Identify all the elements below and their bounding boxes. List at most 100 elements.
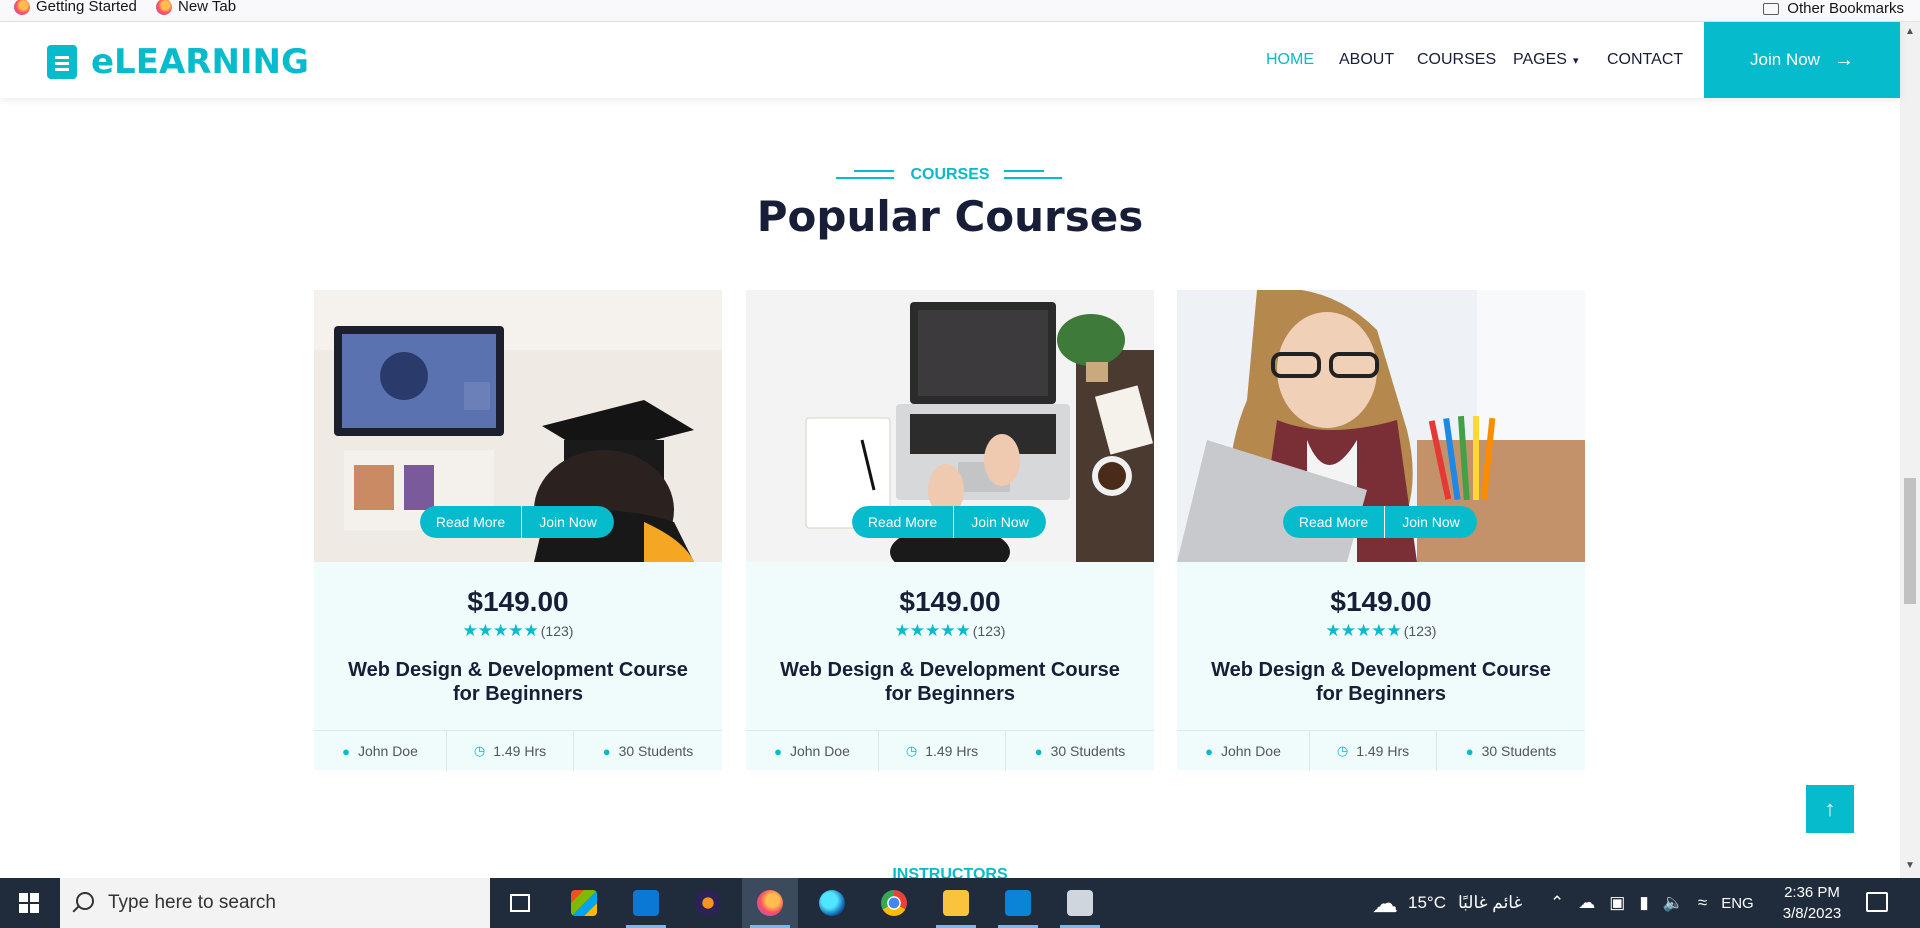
course-image-laptop: Read More Join Now (746, 290, 1154, 562)
other-bookmarks-label: Other Bookmarks (1787, 0, 1904, 17)
taskbar-eclipse[interactable] (680, 878, 736, 928)
course-image-graduate: Read More Join Now (314, 290, 722, 562)
taskbar-chrome[interactable] (866, 878, 922, 928)
scroll-thumb[interactable] (1904, 478, 1916, 604)
taskbar-store[interactable] (556, 878, 612, 928)
card-actions: Read More Join Now (852, 506, 1046, 538)
read-more-button[interactable]: Read More (420, 506, 522, 538)
site-navbar: eLEARNING HOME ABOUT COURSES PAGES ▾ CONT… (0, 22, 1900, 98)
taskbar-firefox[interactable] (742, 878, 798, 928)
join-now-label: Join Now (1750, 50, 1820, 69)
user-icon: ● (774, 743, 782, 759)
language-indicator[interactable]: ENG (1721, 895, 1754, 912)
instructor-name: John Doe (1220, 743, 1281, 759)
taskbar-clock[interactable]: 2:36 PM 3/8/2023 (1770, 882, 1854, 924)
join-now-button[interactable]: Join Now → (1704, 22, 1900, 98)
edge-icon (819, 890, 845, 916)
chevron-up-icon[interactable]: ⌃ (1550, 893, 1564, 913)
other-bookmarks[interactable]: Other Bookmarks (1763, 0, 1904, 17)
user-icon: ● (1205, 743, 1213, 759)
brand-name: eLEARNING (91, 42, 309, 82)
duration-value: 1.49 Hrs (925, 743, 979, 759)
volume-icon[interactable]: 🔈 (1663, 893, 1684, 913)
course-title[interactable]: Web Design & Development Course for Begi… (776, 658, 1124, 706)
scroll-down-icon[interactable]: ▼ (1904, 860, 1916, 871)
folder-icon (943, 890, 969, 916)
students-count: 30 Students (1050, 743, 1126, 759)
weather-description: غائم غالبًا (1457, 893, 1523, 912)
wifi-icon[interactable]: ≈ (1698, 893, 1707, 913)
eclipse-icon (695, 890, 721, 916)
meta-duration: ◷ 1.49 Hrs (879, 731, 1006, 771)
instructor-name: John Doe (357, 743, 418, 759)
taskbar-app[interactable] (1052, 878, 1108, 928)
taskbar-mail[interactable] (618, 878, 674, 928)
nav-about[interactable]: ABOUT (1339, 51, 1394, 69)
course-title[interactable]: Web Design & Development Course for Begi… (1207, 658, 1555, 706)
course-title[interactable]: Web Design & Development Course for Begi… (344, 658, 692, 706)
weather-widget[interactable]: ☁ 15°C غائم غالبًا (1372, 878, 1522, 928)
windows-taskbar: Type here to search ☁ 15°C غائم غالبًا ⌃… (0, 878, 1920, 928)
meta-duration: ◷ 1.49 Hrs (1310, 731, 1437, 771)
chrome-icon (881, 890, 907, 916)
network-icon[interactable]: ☁ (1578, 893, 1595, 913)
nav-pages-label: PAGES (1513, 51, 1567, 68)
task-view-button[interactable] (492, 878, 548, 928)
user-icon: ● (342, 743, 350, 759)
taskbar-search[interactable]: Type here to search (60, 878, 490, 928)
course-card: Read More Join Now $149.00 ★★★★★ (123) W… (314, 290, 722, 771)
bookmark-label: Getting Started (36, 0, 137, 15)
temperature: 15°C (1408, 893, 1446, 912)
bookmark-label: New Tab (178, 0, 237, 15)
windows-icon (19, 893, 39, 913)
start-button[interactable] (0, 878, 58, 928)
clock-icon: ◷ (905, 743, 918, 758)
students-count: 30 Students (618, 743, 694, 759)
camera-icon[interactable]: ▣ (1609, 893, 1625, 913)
nav-contact[interactable]: CONTACT (1607, 51, 1683, 69)
folder-icon (1763, 2, 1780, 15)
clock-icon: ◷ (1336, 743, 1349, 758)
user-icon: ● (1465, 743, 1474, 759)
battery-icon[interactable]: ▮ (1639, 893, 1648, 913)
card-join-now-button[interactable]: Join Now (522, 506, 614, 538)
window-app-icon (1067, 890, 1093, 916)
scroll-up-icon[interactable]: ▲ (1904, 26, 1916, 37)
course-meta: ● John Doe ◷ 1.49 Hrs ● 30 Students (314, 730, 722, 771)
card-join-now-button[interactable]: Join Now (954, 506, 1046, 538)
chevron-down-icon: ▾ (1572, 55, 1579, 67)
firefox-icon (14, 0, 30, 15)
course-price: $149.00 (899, 586, 1001, 617)
brand-logo[interactable]: eLEARNING (47, 42, 309, 82)
user-icon: ● (602, 743, 611, 759)
vscode-icon (1005, 890, 1031, 916)
course-price: $149.00 (467, 586, 569, 617)
nav-home[interactable]: HOME (1266, 51, 1314, 69)
back-to-top-button[interactable]: ↑ (1806, 785, 1854, 833)
store-icon (571, 890, 597, 916)
read-more-button[interactable]: Read More (1283, 506, 1385, 538)
nav-pages[interactable]: PAGES ▾ (1513, 51, 1578, 69)
system-tray: ⌃ ☁ ▣ ▮ 🔈 ≈ ENG (1550, 878, 1754, 928)
meta-students: ● 30 Students (1437, 731, 1585, 771)
bookmark-getting-started[interactable]: Getting Started (14, 0, 137, 15)
nav-courses[interactable]: COURSES (1417, 51, 1496, 69)
card-join-now-button[interactable]: Join Now (1385, 506, 1477, 538)
course-card: Read More Join Now $149.00 ★★★★★ (123) W… (1177, 290, 1585, 771)
meta-students: ● 30 Students (1006, 731, 1154, 771)
taskbar-vscode[interactable] (990, 878, 1046, 928)
section-title: Popular Courses (756, 192, 1144, 241)
clock-date: 3/8/2023 (1782, 905, 1842, 922)
taskbar-edge[interactable] (804, 878, 860, 928)
search-icon (76, 892, 94, 910)
firefox-icon (156, 0, 172, 15)
page-scrollbar[interactable]: ▲ ▼ (1900, 22, 1920, 878)
meta-instructor: ● John Doe (1177, 731, 1310, 771)
duration-value: 1.49 Hrs (493, 743, 547, 759)
notification-icon[interactable] (1866, 892, 1888, 912)
bookmark-new-tab[interactable]: New Tab (156, 0, 237, 15)
mail-icon (633, 890, 659, 916)
taskbar-file-explorer[interactable] (928, 878, 984, 928)
read-more-button[interactable]: Read More (852, 506, 954, 538)
meta-students: ● 30 Students (574, 731, 722, 771)
